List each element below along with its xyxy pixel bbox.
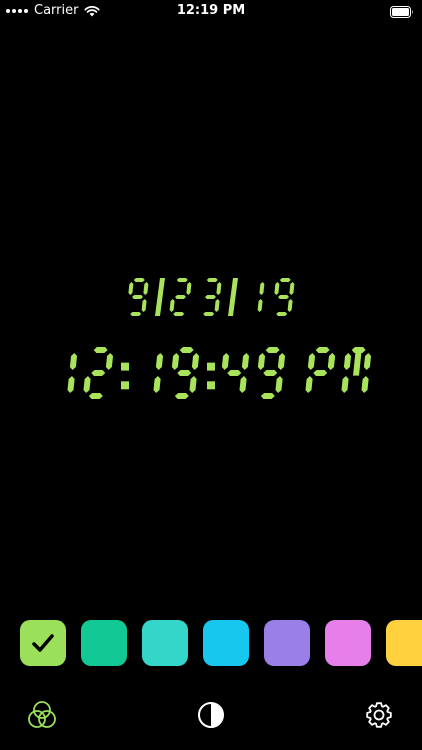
- clock-space: [291, 347, 303, 399]
- clock-digit: [153, 353, 164, 393]
- clock-digit: [67, 353, 78, 393]
- status-bar: Carrier 12:19 PM: [0, 0, 422, 22]
- clock-letter: [341, 347, 372, 393]
- clock-colon: [121, 362, 129, 390]
- clock-colon: [207, 362, 215, 390]
- color-swatch-row: [20, 620, 422, 666]
- clock-digit: [202, 278, 221, 316]
- battery-icon: [390, 3, 414, 22]
- clock-date: [0, 278, 422, 316]
- status-time: 12:19 PM: [176, 3, 246, 18]
- color-swatch[interactable]: [142, 620, 188, 666]
- clock-digit: [221, 353, 250, 393]
- clock-digit: [83, 347, 114, 399]
- contrast-icon: [198, 702, 224, 728]
- clock-digit: [127, 278, 148, 316]
- color-swatch[interactable]: [386, 620, 422, 666]
- color-swatch[interactable]: [20, 620, 66, 666]
- clock-digit: [169, 278, 191, 316]
- color-swatch[interactable]: [264, 620, 310, 666]
- clock-slash: [154, 278, 165, 316]
- clock-digit: [171, 347, 200, 399]
- clock-digit: [257, 347, 286, 399]
- clock-time: [0, 347, 422, 399]
- color-swatch[interactable]: [203, 620, 249, 666]
- contrast-button[interactable]: [194, 698, 228, 732]
- color-circles-icon: [28, 701, 56, 728]
- clock-slash: [227, 278, 238, 316]
- clock-digit: [257, 282, 264, 312]
- color-swatch[interactable]: [81, 620, 127, 666]
- clock-digit: [273, 278, 294, 316]
- color-circles-button[interactable]: [25, 698, 59, 732]
- bottom-toolbar: [0, 698, 422, 732]
- color-swatch[interactable]: [325, 620, 371, 666]
- checkmark-icon: [32, 634, 54, 652]
- settings-button[interactable]: [362, 698, 396, 732]
- gear-icon: [366, 702, 392, 728]
- clock-letter: [305, 347, 336, 393]
